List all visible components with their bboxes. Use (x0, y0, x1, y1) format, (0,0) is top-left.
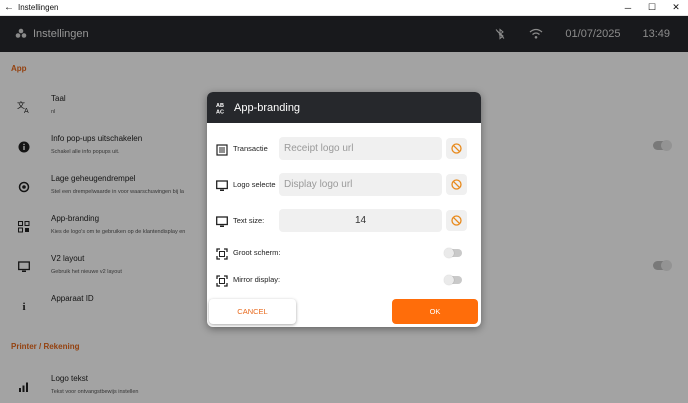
text-size-row: Text size: (207, 209, 481, 233)
close-button[interactable]: ✕ (664, 2, 688, 13)
text-size-label: Text size: (233, 216, 265, 225)
maximize-button[interactable]: ☐ (640, 2, 664, 13)
receipt-logo-row: Transactie (207, 137, 481, 161)
svg-text:AC: AC (216, 109, 224, 114)
mirror-display-toggle[interactable] (444, 275, 462, 285)
ok-button[interactable]: OK (392, 299, 478, 324)
dialog-header: AB AC App-branding (207, 92, 481, 123)
text-size-input[interactable] (279, 209, 442, 232)
clear-icon[interactable] (446, 174, 467, 195)
branding-icon: AB AC (216, 102, 228, 116)
fullscreen-icon (216, 274, 228, 287)
cancel-button[interactable]: CANCEL (209, 299, 296, 324)
groot-scherm-label: Groot scherm: (233, 248, 281, 257)
display-logo-label: Logo selecte (233, 180, 276, 189)
clear-icon[interactable] (446, 138, 467, 159)
receipt-logo-url-input[interactable] (279, 137, 442, 160)
window-titlebar: ← Instellingen ─ ☐ ✕ (0, 0, 688, 16)
mirror-display-label: Mirror display: (233, 275, 281, 284)
monitor-icon (216, 215, 228, 227)
receipt-icon (216, 143, 228, 156)
groot-scherm-row: Groot scherm: (207, 241, 481, 265)
clear-icon[interactable] (446, 210, 467, 231)
svg-text:AB: AB (216, 103, 224, 109)
dialog-title: App-branding (234, 101, 301, 114)
groot-scherm-toggle[interactable] (444, 248, 462, 258)
back-arrow-icon[interactable]: ← (0, 2, 18, 13)
monitor-icon (216, 179, 228, 191)
mirror-display-row: Mirror display: (207, 268, 481, 292)
display-logo-row: Logo selecte (207, 173, 481, 197)
window-title: Instellingen (18, 3, 59, 12)
receipt-logo-label: Transactie (233, 144, 268, 153)
display-logo-url-input[interactable] (279, 173, 442, 196)
app-branding-dialog: ABAC App-branding Transactie Logo select… (207, 92, 481, 327)
minimize-button[interactable]: ─ (616, 3, 640, 13)
fullscreen-icon (216, 247, 228, 260)
